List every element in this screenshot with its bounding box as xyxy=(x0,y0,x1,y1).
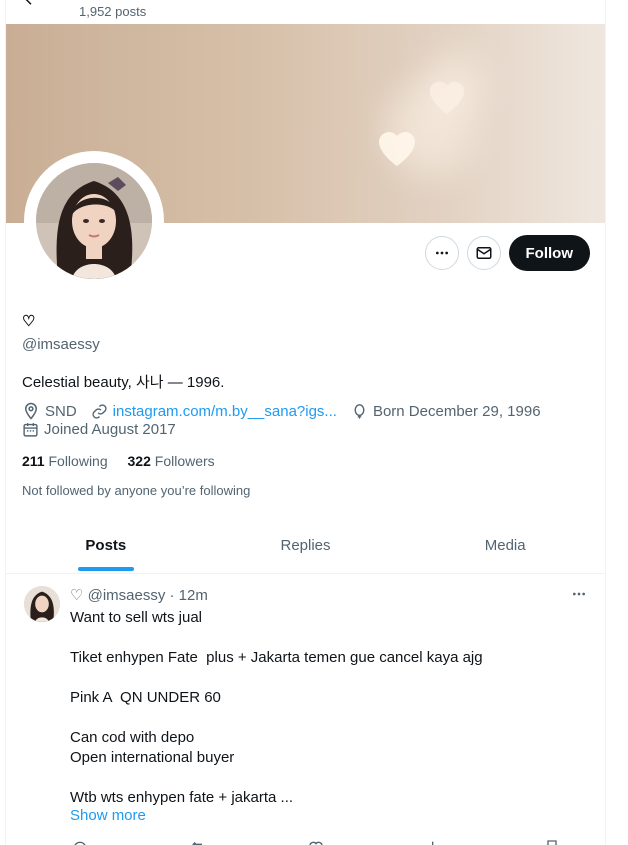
top-bar: 1,952 posts xyxy=(6,0,605,24)
profile-location: SND xyxy=(45,402,77,420)
profile-bio: Celestial beauty, 사나 — 1996. xyxy=(22,374,225,391)
tab-label: Media xyxy=(484,537,526,554)
profile-avatar-frame xyxy=(24,151,164,291)
profile-column: 1,952 posts Follow ♡ @imsaessy Celestial… xyxy=(5,0,606,845)
not-followed-note: Not followed by anyone you’re following xyxy=(22,483,251,498)
tab-media[interactable]: Media xyxy=(405,523,605,573)
follow-stats: 211 Following 322 Followers xyxy=(22,453,215,469)
profile-birthday: Born December 29, 1996 xyxy=(372,402,541,420)
tab-label: Posts xyxy=(85,537,127,554)
tweet-line xyxy=(70,668,570,688)
tweet-line xyxy=(70,768,570,788)
active-tab-indicator xyxy=(77,567,134,571)
post-count: 1,952 posts xyxy=(79,4,147,19)
views-icon[interactable] xyxy=(426,839,442,845)
repost-icon[interactable] xyxy=(190,839,206,845)
more-options-button[interactable] xyxy=(424,236,459,270)
display-name: ♡ xyxy=(22,313,36,330)
tweet-line: Want to sell wts jual xyxy=(70,609,202,626)
message-icon xyxy=(476,247,491,259)
profile-link[interactable]: instagram.com/m.by__sana?igs... xyxy=(113,403,337,420)
following-count: 211 xyxy=(22,453,45,469)
calendar-icon xyxy=(23,423,38,437)
tweet-line: Can cod with depo xyxy=(70,729,195,746)
tweet-avatar-photo xyxy=(24,586,60,622)
show-more-link[interactable]: Show more xyxy=(70,807,146,824)
tweet-header: ♡ @imsaessy · 12m xyxy=(70,587,208,604)
tweet-line xyxy=(70,708,570,728)
banner-heart-decoration xyxy=(379,132,415,166)
avatar[interactable] xyxy=(36,163,152,279)
like-icon[interactable] xyxy=(308,839,324,845)
balloon-icon xyxy=(354,403,365,419)
tab-posts[interactable]: Posts xyxy=(6,523,206,573)
tweet-actions xyxy=(70,839,590,845)
tweet[interactable]: ♡ @imsaessy · 12m Want to sell wts jual … xyxy=(6,574,605,845)
tweet-line: Pink A QN UNDER 60 xyxy=(70,689,221,706)
tweet-line: Open international buyer xyxy=(70,749,235,766)
tab-replies[interactable]: Replies xyxy=(206,523,406,573)
profile-handle: @imsaessy xyxy=(22,336,100,353)
profile-joined-row: Joined August 2017 xyxy=(22,421,176,438)
tab-label: Replies xyxy=(280,537,331,554)
tweet-line: Tiket enhypen Fate plus + Jakarta temen … xyxy=(70,649,483,666)
tweet-line: Wtb wts enhypen fate + jakarta ... xyxy=(70,789,294,806)
reply-icon[interactable] xyxy=(72,839,88,845)
bookmark-icon[interactable] xyxy=(544,839,560,845)
profile-meta-row: SND instagram.com/m.by__sana?igs... Born… xyxy=(22,402,541,420)
following-label: Following xyxy=(48,453,108,469)
tweet-text: Want to sell wts jual Tiket enhypen Fate… xyxy=(70,608,570,808)
profile-joined: Joined August 2017 xyxy=(44,421,176,438)
following-link[interactable]: 211 Following xyxy=(22,453,108,469)
followers-link[interactable]: 322 Followers xyxy=(128,453,215,469)
back-arrow-icon[interactable] xyxy=(22,0,40,8)
follow-button[interactable]: Follow xyxy=(508,235,590,271)
banner-heart-decoration xyxy=(429,81,465,115)
more-icon xyxy=(435,251,448,255)
profile-tabs: Posts Replies Media xyxy=(6,523,605,574)
profile-actions: Follow xyxy=(424,235,590,271)
message-button[interactable] xyxy=(466,236,501,270)
more-icon xyxy=(573,592,585,596)
followers-label: Followers xyxy=(154,453,215,469)
tweet-line xyxy=(70,628,570,648)
location-icon xyxy=(24,402,38,420)
tweet-avatar[interactable] xyxy=(24,586,60,622)
followers-count: 322 xyxy=(127,453,151,469)
tweet-more-button[interactable] xyxy=(571,586,587,607)
avatar-photo xyxy=(36,163,152,279)
link-icon xyxy=(92,403,107,419)
